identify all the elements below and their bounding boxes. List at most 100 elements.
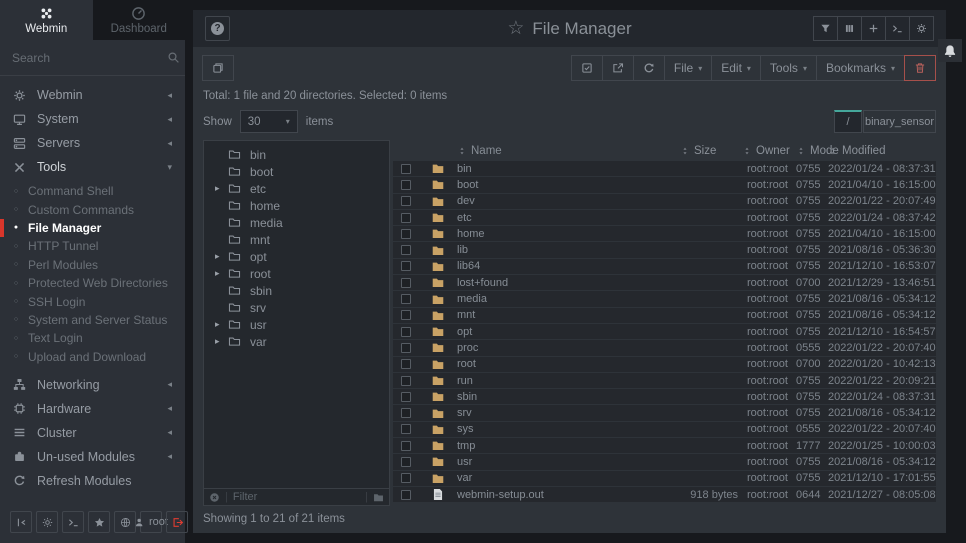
table-row-lost-found[interactable]: lost+found root:root 0700 2021/12/29 - 1… — [393, 275, 936, 291]
sidebar-item-file-manager[interactable]: ●File Manager — [0, 219, 185, 237]
tree-item-boot[interactable]: boot — [204, 163, 389, 180]
tab-dashboard[interactable]: Dashboard — [93, 0, 186, 40]
help-button[interactable]: ? — [205, 16, 230, 41]
tree-filter-input[interactable] — [233, 491, 360, 503]
table-row-boot[interactable]: boot root:root 0755 2021/04/10 - 16:15:0… — [393, 177, 936, 193]
row-checkbox[interactable] — [401, 310, 411, 320]
page-size-select[interactable]: 30 ▾ — [240, 110, 298, 133]
expand-icon[interactable]: ▸ — [215, 336, 220, 347]
delete-button[interactable] — [904, 55, 936, 81]
folder-icon[interactable] — [373, 492, 384, 503]
sidebar-item-text-login[interactable]: ○Text Login — [0, 329, 185, 347]
search-input[interactable] — [12, 51, 167, 65]
tree-item-etc[interactable]: ▸etc — [204, 180, 389, 197]
table-row-srv[interactable]: srv root:root 0755 2021/08/16 - 05:34:12 — [393, 405, 936, 421]
user-button[interactable]: root — [140, 511, 162, 533]
favorite-star-icon[interactable]: ☆ — [507, 17, 524, 40]
sort-by-name[interactable]: Name — [457, 145, 678, 157]
refresh-button[interactable] — [633, 55, 665, 81]
expand-icon[interactable]: ▸ — [215, 268, 220, 279]
row-checkbox[interactable] — [401, 490, 411, 500]
row-checkbox[interactable] — [401, 424, 411, 434]
tree-item-home[interactable]: home — [204, 197, 389, 214]
logout-button[interactable] — [166, 511, 188, 533]
table-row-media[interactable]: media root:root 0755 2021/08/16 - 05:34:… — [393, 291, 936, 307]
sidebar-item-cluster[interactable]: Cluster◂ — [0, 421, 185, 445]
tree-item-usr[interactable]: ▸usr — [204, 316, 389, 333]
row-checkbox[interactable] — [401, 343, 411, 353]
row-checkbox[interactable] — [401, 408, 411, 418]
breadcrumb-root-button[interactable]: / — [834, 110, 862, 133]
sidebar-item-command-shell[interactable]: ○Command Shell — [0, 182, 185, 200]
tree-item-mnt[interactable]: mnt — [204, 231, 389, 248]
sidebar-item-refresh-modules[interactable]: Refresh Modules — [0, 469, 185, 493]
sidebar-item-un-used-modules[interactable]: Un-used Modules◂ — [0, 445, 185, 469]
row-checkbox[interactable] — [401, 180, 411, 190]
table-row-dev[interactable]: dev root:root 0755 2022/01/22 - 20:07:49 — [393, 194, 936, 210]
table-row-root[interactable]: root root:root 0700 2022/01/20 - 10:42:1… — [393, 357, 936, 373]
sidebar-item-hardware[interactable]: Hardware◂ — [0, 397, 185, 421]
row-checkbox[interactable] — [401, 261, 411, 271]
tree-item-root[interactable]: ▸root — [204, 265, 389, 282]
tree-item-opt[interactable]: ▸opt — [204, 248, 389, 265]
clear-filter-icon[interactable] — [209, 492, 220, 503]
terminal-button[interactable] — [62, 511, 84, 533]
tree-item-var[interactable]: ▸var — [204, 333, 389, 350]
row-checkbox[interactable] — [401, 392, 411, 402]
columns-button[interactable] — [837, 16, 862, 41]
sidebar-item-system-and-server-status[interactable]: ○System and Server Status — [0, 311, 185, 329]
sidebar-item-networking[interactable]: Networking◂ — [0, 373, 185, 397]
row-checkbox[interactable] — [401, 294, 411, 304]
row-checkbox[interactable] — [401, 196, 411, 206]
tree-item-media[interactable]: media — [204, 214, 389, 231]
row-checkbox[interactable] — [401, 473, 411, 483]
sort-by-modified[interactable]: Modified — [828, 145, 936, 157]
row-checkbox[interactable] — [401, 359, 411, 369]
tree-item-bin[interactable]: bin — [204, 146, 389, 163]
menu-file-button[interactable]: File▾ — [664, 55, 712, 81]
row-checkbox[interactable] — [401, 213, 411, 223]
row-checkbox[interactable] — [401, 376, 411, 386]
sort-by-size[interactable]: Size — [678, 145, 738, 157]
sidebar-item-perl-modules[interactable]: ○Perl Modules — [0, 256, 185, 274]
sidebar-item-tools[interactable]: Tools▾ — [0, 155, 185, 179]
sidebar-item-custom-commands[interactable]: ○Custom Commands — [0, 200, 185, 218]
terminal-button[interactable] — [885, 16, 910, 41]
table-row-mnt[interactable]: mnt root:root 0755 2021/08/16 - 05:34:12 — [393, 308, 936, 324]
row-checkbox[interactable] — [401, 327, 411, 337]
table-row-proc[interactable]: proc root:root 0555 2022/01/22 - 20:07:4… — [393, 340, 936, 356]
tree-item-sbin[interactable]: sbin — [204, 282, 389, 299]
tree-item-srv[interactable]: srv — [204, 299, 389, 316]
sidebar-item-upload-and-download[interactable]: ○Upload and Download — [0, 348, 185, 366]
table-row-lib64[interactable]: lib64 root:root 0755 2021/12/10 - 16:53:… — [393, 259, 936, 275]
table-row-sys[interactable]: sys root:root 0555 2022/01/22 - 20:07:40 — [393, 422, 936, 438]
sidebar-item-protected-web-directories[interactable]: ○Protected Web Directories — [0, 274, 185, 292]
sidebar-item-servers[interactable]: Servers◂ — [0, 131, 185, 155]
export-button[interactable] — [602, 55, 634, 81]
clone-view-button[interactable] — [202, 55, 234, 81]
table-row-webmin-setup-out[interactable]: webmin-setup.out 918 bytes root:root 064… — [393, 487, 936, 503]
notifications-button[interactable] — [938, 39, 962, 62]
select-all-button[interactable] — [571, 55, 603, 81]
table-row-home[interactable]: home root:root 0755 2021/04/10 - 16:15:0… — [393, 226, 936, 242]
table-row-etc[interactable]: etc root:root 0755 2022/01/24 - 08:37:42 — [393, 210, 936, 226]
table-row-lib[interactable]: lib root:root 0755 2021/08/16 - 05:36:30 — [393, 242, 936, 258]
sidebar-item-system[interactable]: System◂ — [0, 107, 185, 131]
table-row-tmp[interactable]: tmp root:root 1777 2022/01/25 - 10:00:03 — [393, 438, 936, 454]
row-checkbox[interactable] — [401, 278, 411, 288]
row-checkbox[interactable] — [401, 457, 411, 467]
table-row-opt[interactable]: opt root:root 0755 2021/12/10 - 16:54:57 — [393, 324, 936, 340]
table-row-run[interactable]: run root:root 0755 2022/01/22 - 20:09:21 — [393, 373, 936, 389]
row-checkbox[interactable] — [401, 245, 411, 255]
expand-icon[interactable]: ▸ — [215, 319, 220, 330]
menu-bookmarks-button[interactable]: Bookmarks▾ — [816, 55, 905, 81]
table-row-sbin[interactable]: sbin root:root 0755 2022/01/24 - 08:37:3… — [393, 389, 936, 405]
table-row-bin[interactable]: bin root:root 0755 2022/01/24 - 08:37:31 — [393, 161, 936, 177]
sort-by-mode[interactable]: Mode — [796, 145, 828, 157]
table-row-var[interactable]: var root:root 0755 2021/12/10 - 17:01:55 — [393, 471, 936, 487]
row-checkbox[interactable] — [401, 229, 411, 239]
tab-webmin[interactable]: Webmin — [0, 0, 93, 40]
menu-edit-button[interactable]: Edit▾ — [711, 55, 761, 81]
toggle-theme-button[interactable] — [36, 511, 58, 533]
filter-button[interactable] — [813, 16, 838, 41]
